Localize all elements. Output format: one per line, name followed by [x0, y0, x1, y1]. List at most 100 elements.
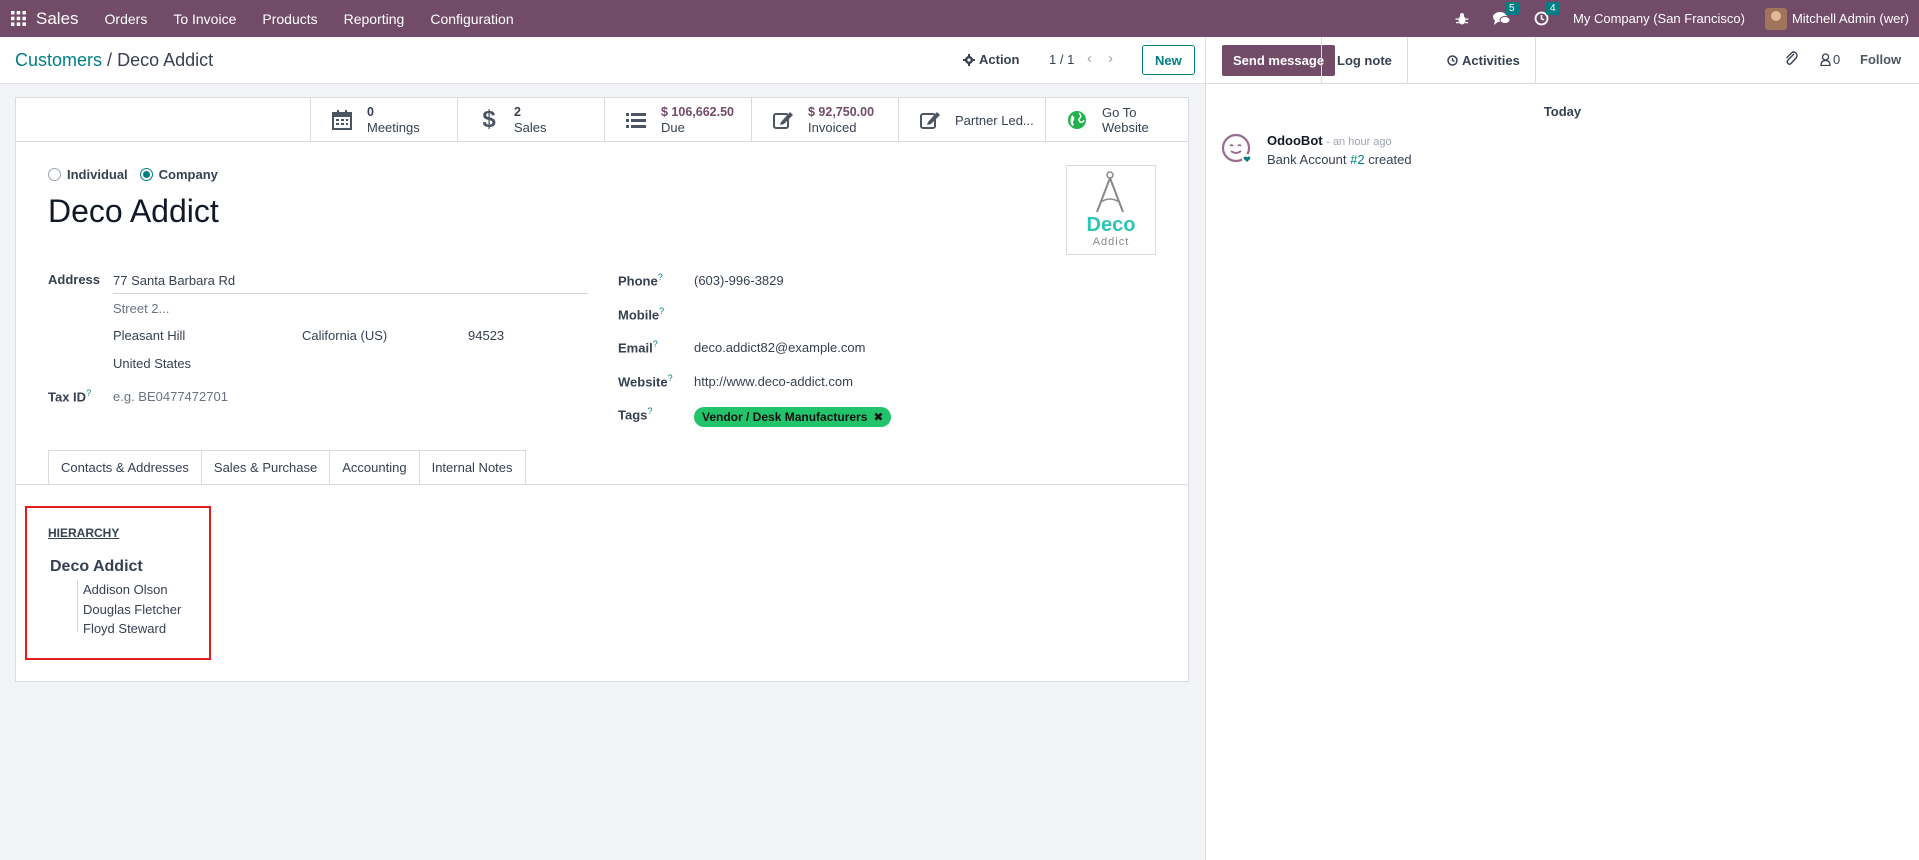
paperclip-icon[interactable] — [1784, 50, 1798, 69]
form-sheet: 0 Meetings $ 2 Sales $ 106,662.50 Due $ 92,… — [15, 97, 1189, 682]
email-field[interactable]: deco.addict82@example.com — [694, 340, 865, 355]
tax-id-label: Tax ID? — [48, 388, 92, 405]
invoiced-amount: $ 92,750.00 — [808, 105, 875, 119]
website-label: Website? — [618, 373, 673, 390]
action-button[interactable]: Action — [963, 52, 1019, 67]
radio-individual[interactable] — [48, 168, 61, 181]
tab-contacts-addresses[interactable]: Contacts & Addresses — [48, 450, 202, 485]
notebook-tabs: Contacts & Addresses Sales & Purchase Ac… — [48, 450, 526, 486]
breadcrumb-customers[interactable]: Customers — [15, 50, 102, 70]
edit-icon — [770, 107, 796, 133]
list-icon — [623, 107, 649, 133]
bug-icon[interactable] — [1455, 12, 1469, 26]
log-note-button[interactable]: Log note — [1321, 37, 1408, 83]
follow-button[interactable]: Follow — [1860, 52, 1901, 67]
pager-value[interactable]: 1 / 1 — [1049, 52, 1074, 67]
radio-company-label[interactable]: Company — [159, 167, 218, 182]
control-panel: Customers / Deco Addict Action 1 / 1 ‹ ›… — [0, 37, 1205, 84]
meetings-smart-button[interactable]: 0 Meetings — [310, 98, 457, 142]
user-avatar — [1764, 7, 1787, 30]
tab-accounting[interactable]: Accounting — [330, 450, 420, 485]
street-field[interactable]: 77 Santa Barbara Rd — [113, 273, 235, 288]
activities-button[interactable]: Activities — [1432, 37, 1536, 83]
meetings-count: 0 — [367, 105, 374, 119]
globe-icon — [1064, 107, 1090, 133]
menu-reporting[interactable]: Reporting — [344, 11, 405, 27]
activities-clock-icon[interactable]: 4 — [1534, 2, 1560, 26]
tab-sales-purchase[interactable]: Sales & Purchase — [201, 450, 331, 485]
partner-name-field[interactable]: Deco Addict — [48, 193, 219, 230]
tag-remove-icon[interactable]: ✖ — [873, 410, 883, 424]
radio-company[interactable] — [139, 168, 153, 181]
tax-id-field[interactable]: e.g. BE0477472701 — [113, 389, 228, 404]
meetings-label: Meetings — [367, 120, 420, 135]
breadcrumb: Customers / Deco Addict — [15, 50, 213, 71]
tag-label: Vendor / Desk Manufacturers — [702, 410, 868, 424]
city-field[interactable]: Pleasant Hill — [113, 328, 185, 343]
breadcrumb-separator: / — [107, 50, 113, 70]
message-body: Bank Account #2 created — [1267, 152, 1412, 167]
edit-icon — [917, 107, 943, 133]
menu-to-invoice[interactable]: To Invoice — [173, 11, 236, 27]
activities-label: Activities — [1462, 52, 1520, 68]
due-smart-button[interactable]: $ 106,662.50 Due — [604, 98, 751, 142]
country-field[interactable]: United States — [113, 356, 191, 371]
partner-logo[interactable]: Deco Addict — [1066, 165, 1156, 255]
tags-label: Tags? — [618, 406, 653, 423]
menu-orders[interactable]: Orders — [105, 11, 148, 27]
pager-next-icon[interactable]: › — [1108, 50, 1113, 67]
action-label: Action — [979, 52, 1020, 67]
phone-field[interactable]: (603)-996-3829 — [694, 273, 784, 288]
new-button[interactable]: New — [1142, 45, 1195, 75]
invoiced-label: Invoiced — [808, 120, 857, 135]
sales-smart-button[interactable]: $ 2 Sales — [457, 98, 604, 142]
street2-field[interactable]: Street 2... — [113, 301, 169, 316]
menu-products[interactable]: Products — [262, 11, 317, 27]
street-underline — [113, 293, 588, 294]
hierarchy-panel: HIERARCHY Deco Addict Addison Olson Doug… — [25, 506, 211, 660]
hierarchy-child[interactable]: Addison Olson — [83, 582, 168, 597]
state-field[interactable]: California (US) — [302, 328, 387, 343]
person-icon — [1820, 53, 1831, 66]
partner-ledger-smart-button[interactable]: Partner Led... — [898, 98, 1045, 142]
clock-icon — [1447, 54, 1458, 66]
phone-label: Phone? — [618, 272, 663, 289]
sales-count: 2 — [514, 105, 521, 119]
invoiced-smart-button[interactable]: $ 92,750.00 Invoiced — [751, 98, 898, 142]
due-amount: $ 106,662.50 — [661, 105, 734, 119]
pager-previous-icon[interactable]: ‹ — [1087, 50, 1092, 67]
hierarchy-child[interactable]: Douglas Fletcher — [83, 602, 181, 617]
radio-individual-label[interactable]: Individual — [67, 167, 128, 182]
followers-count: 0 — [1833, 52, 1841, 67]
hierarchy-child[interactable]: Floyd Steward — [83, 621, 166, 636]
go-to-website-smart-button[interactable]: Go To Website — [1045, 98, 1188, 142]
zip-field[interactable]: 94523 — [468, 328, 504, 343]
mobile-label: Mobile? — [618, 306, 665, 323]
menu-configuration[interactable]: Configuration — [430, 11, 513, 27]
website-field[interactable]: http://www.deco-addict.com — [694, 374, 853, 389]
logo-text-sub: Addict — [1092, 236, 1130, 248]
top-navbar: Sales Orders To Invoice Products Reporti… — [0, 0, 1919, 37]
chatter-topbar-divider — [1206, 83, 1919, 84]
apps-menu-icon[interactable] — [0, 0, 36, 37]
hierarchy-tree-line — [77, 580, 78, 632]
tag-badge: Vendor / Desk Manufacturers ✖ — [694, 407, 892, 427]
tab-internal-notes[interactable]: Internal Notes — [419, 450, 526, 485]
hierarchy-root[interactable]: Deco Addict — [50, 558, 143, 576]
company-switcher[interactable]: My Company (San Francisco) — [1573, 11, 1745, 26]
app-name[interactable]: Sales — [36, 9, 79, 29]
dollar-icon: $ — [482, 106, 496, 133]
user-menu[interactable]: Mitchell Admin (wer) — [1764, 7, 1909, 30]
bank-account-link[interactable]: #2 — [1350, 152, 1364, 167]
send-message-button[interactable]: Send message — [1222, 45, 1336, 76]
hierarchy-title: HIERARCHY — [48, 526, 120, 540]
company-type-radio: Individual Company — [48, 167, 218, 182]
tabs-divider — [16, 484, 1188, 485]
messages-badge: 5 — [1505, 2, 1519, 15]
breadcrumb-current: Deco Addict — [117, 50, 214, 70]
followers-button[interactable]: 0 — [1820, 52, 1840, 67]
activities-badge: 4 — [1546, 2, 1560, 15]
messages-icon[interactable]: 5 — [1493, 2, 1519, 26]
chatter-panel: Send message Log note Activities 0 Follo… — [1206, 37, 1919, 860]
odoobot-avatar — [1221, 133, 1253, 165]
